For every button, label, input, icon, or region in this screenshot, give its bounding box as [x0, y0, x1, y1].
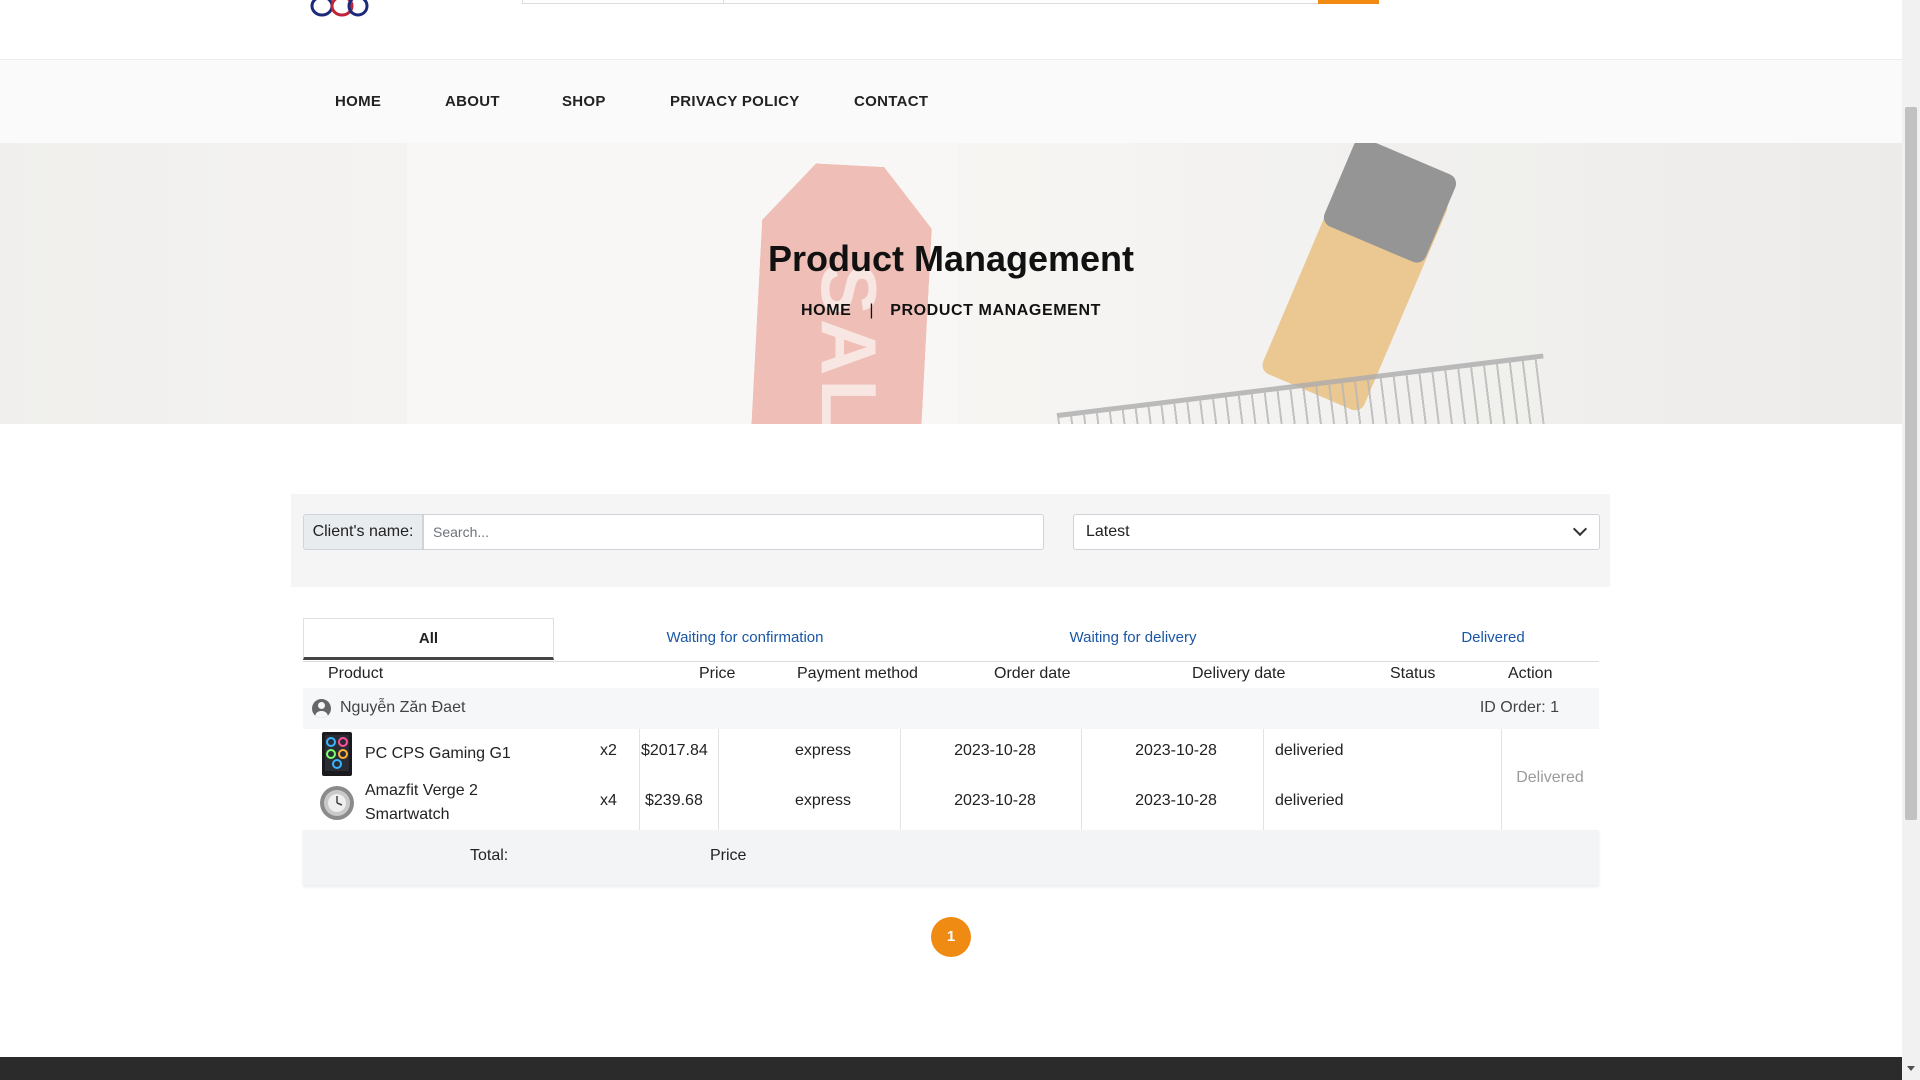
product-quantity: x4 — [600, 792, 617, 809]
product-price: $239.68 — [645, 792, 703, 809]
tab-all[interactable]: All — [303, 618, 554, 660]
nav-home[interactable]: HOME — [335, 93, 381, 110]
top-category-select[interactable] — [522, 0, 724, 4]
nav-shop[interactable]: SHOP — [562, 93, 606, 110]
header-price: Price — [699, 665, 736, 682]
sort-select-value: Latest — [1086, 523, 1130, 540]
tab-waiting-delivery[interactable]: Waiting for delivery — [1008, 618, 1258, 660]
order-date: 2023-10-28 — [954, 792, 1036, 809]
delivery-date: 2023-10-28 — [1135, 792, 1217, 809]
breadcrumb-current: PRODUCT MANAGEMENT — [890, 302, 1101, 319]
breadcrumb-home[interactable]: HOME — [801, 302, 851, 319]
footer — [0, 1057, 1902, 1080]
order-items: PC CPS Gaming G1 x2 $2017.84 express 202… — [303, 729, 1599, 831]
order-status-tabs: All Waiting for confirmation Waiting for… — [303, 618, 1599, 661]
user-circle-icon — [312, 699, 331, 718]
top-header — [0, 0, 1902, 59]
payment-method: express — [794, 792, 852, 809]
scroll-down-arrow-icon[interactable] — [1907, 1066, 1915, 1071]
tab-delivered[interactable]: Delivered — [1393, 618, 1593, 660]
pagination-page-1[interactable]: 1 — [931, 917, 971, 957]
header-status: Status — [1390, 665, 1436, 682]
product-name[interactable]: Amazfit Verge 2 Smartwatch — [365, 779, 545, 827]
item-status: deliveried — [1275, 742, 1344, 759]
header-action: Action — [1508, 665, 1553, 682]
product-price: $2017.84 — [641, 742, 708, 759]
smartwatch-image — [320, 786, 354, 820]
header-payment-method: Payment method — [797, 665, 918, 682]
delivered-action-button[interactable]: Delivered — [1501, 769, 1599, 787]
top-search-input[interactable] — [722, 0, 1319, 4]
client-search-input[interactable] — [423, 514, 1044, 550]
tab-waiting-confirmation[interactable]: Waiting for confirmation — [620, 618, 870, 660]
chevron-down-icon — [1572, 521, 1588, 537]
nav-about[interactable]: ABOUT — [445, 93, 500, 110]
order-date: 2023-10-28 — [954, 742, 1036, 759]
order-id: ID Order: 1 — [1479, 699, 1559, 716]
orders-table: Product Price Payment method Order date … — [303, 661, 1599, 885]
table-header: Product Price Payment method Order date … — [303, 661, 1599, 690]
nav-privacy-policy[interactable]: PRIVACY POLICY — [670, 93, 800, 110]
header-delivery-date: Delivery date — [1192, 665, 1286, 682]
main-nav: HOME ABOUT SHOP PRIVACY POLICY CONTACT — [0, 59, 1902, 144]
order-customer-row: Nguyễn Zăn Đaet ID Order: 1 — [303, 688, 1599, 730]
nav-contact[interactable]: CONTACT — [854, 93, 928, 110]
table-row: Amazfit Verge 2 Smartwatch x4 $239.68 ex… — [303, 779, 1501, 829]
pc-case-image — [322, 732, 352, 776]
site-logo[interactable] — [302, 0, 376, 20]
banner-overlay — [0, 143, 1902, 424]
sort-select[interactable]: Latest — [1073, 514, 1600, 550]
delivery-date: 2023-10-28 — [1135, 742, 1217, 759]
breadcrumb: HOME | PRODUCT MANAGEMENT — [0, 302, 1902, 320]
header-product: Product — [328, 665, 384, 682]
page-banner: SALE Product Management HOME | PRODUCT MAN… — [0, 143, 1902, 424]
table-row: PC CPS Gaming G1 x2 $2017.84 express 202… — [303, 729, 1501, 779]
total-label: Total: — [470, 847, 509, 864]
customer-name: Nguyễn Zăn Đaet — [340, 699, 466, 716]
top-search-button[interactable] — [1318, 0, 1379, 4]
item-status: deliveried — [1275, 792, 1344, 809]
scrollbar-thumb[interactable] — [1905, 107, 1917, 820]
breadcrumb-separator: | — [869, 302, 875, 319]
payment-method: express — [794, 742, 852, 759]
page-title: Product Management — [767, 238, 1135, 279]
page-scrollbar[interactable] — [1902, 0, 1920, 1080]
total-price: Price — [710, 847, 747, 864]
client-name-label: Client's name: — [303, 514, 423, 550]
product-name[interactable]: PC CPS Gaming G1 — [365, 742, 545, 766]
order-total-row: Total: Price — [303, 830, 1599, 885]
product-quantity: x2 — [600, 742, 617, 759]
header-order-date: Order date — [994, 665, 1071, 682]
filter-panel: Client's name: Latest — [291, 494, 1610, 587]
